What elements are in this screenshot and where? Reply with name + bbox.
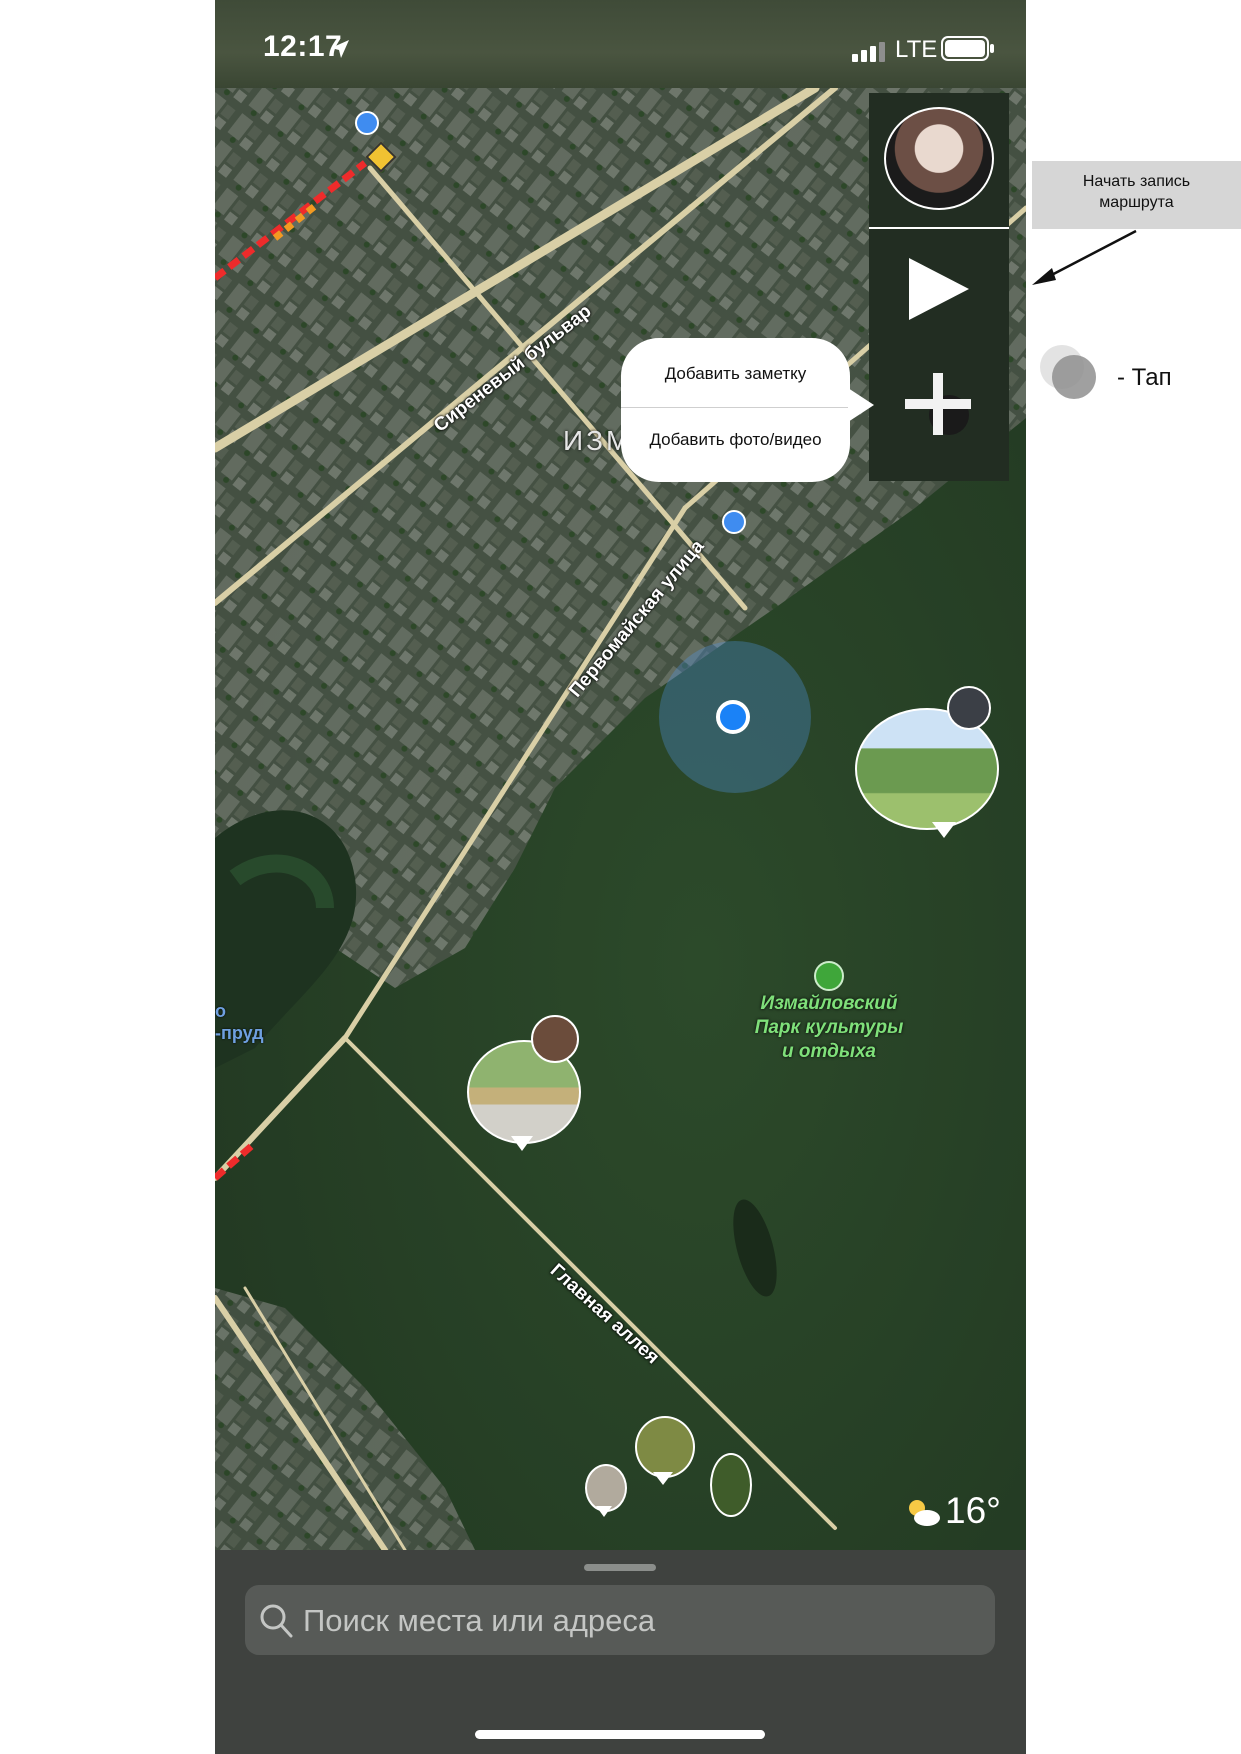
- photo-pin-tail: [596, 1506, 612, 1517]
- bottom-sheet: Поиск места или адреса: [215, 1550, 1026, 1754]
- menu-divider: [621, 407, 850, 408]
- route-note: Начать запись маршрута: [1032, 161, 1241, 229]
- pond-label: -пруд: [215, 1023, 264, 1043]
- park-label-line: и отдыха: [782, 1041, 876, 1062]
- sheet-grabber[interactable]: [584, 1564, 656, 1571]
- park-icon[interactable]: [814, 961, 844, 991]
- panel-divider: [869, 227, 1009, 229]
- route-note-line: Начать запись: [1082, 173, 1191, 190]
- profile-avatar-button[interactable]: [884, 107, 994, 210]
- temperature: 16°: [945, 1490, 1001, 1531]
- avatar[interactable]: [947, 686, 991, 730]
- route-note-text: Начать запись маршрута: [1032, 171, 1241, 213]
- weather-widget[interactable]: 16°: [905, 1488, 1017, 1538]
- user-location-dot[interactable]: [716, 700, 750, 734]
- location-arrow-icon: [331, 40, 349, 58]
- battery-icon: [941, 36, 994, 61]
- search-icon: [260, 1604, 293, 1638]
- add-menu-popup: Добавить заметку Добавить фото/видео: [621, 338, 850, 482]
- photo-pin-tail: [511, 1136, 533, 1151]
- search-input[interactable]: Поиск места или адреса: [245, 1585, 995, 1655]
- transit-icon[interactable]: [355, 111, 379, 135]
- pond-label-prefix: о: [215, 1001, 226, 1021]
- popup-tail: [848, 388, 874, 422]
- partly-cloudy-icon: [909, 1500, 940, 1526]
- photo-pin-tail: [653, 1472, 673, 1485]
- search-placeholder: Поиск места или адреса: [303, 1603, 656, 1638]
- menu-item-add-photo-video[interactable]: Добавить фото/видео: [621, 430, 850, 450]
- photo-pin[interactable]: [635, 1416, 695, 1478]
- photo-pin[interactable]: [710, 1453, 752, 1517]
- park-label-line: Парк культуры: [754, 1017, 904, 1038]
- tap-icon: [1040, 345, 1096, 399]
- play-icon[interactable]: [907, 256, 971, 322]
- avatar[interactable]: [531, 1015, 579, 1063]
- tap-legend: - Тап: [1117, 364, 1172, 391]
- transit-icon[interactable]: [722, 510, 746, 534]
- map-control-panel: [869, 93, 1009, 481]
- plus-icon[interactable]: [903, 371, 973, 439]
- park-label-line: Измайловский: [760, 993, 898, 1014]
- photo-pin-tail: [932, 822, 956, 838]
- park-label[interactable]: Измайловский Парк культуры и отдыха: [739, 992, 919, 1064]
- photo-pin[interactable]: [585, 1464, 627, 1512]
- status-bar: 12:17 LTE: [215, 0, 1026, 88]
- arrow-icon: [1032, 229, 1137, 285]
- signal-icon: [852, 42, 885, 62]
- network-type: LTE: [895, 36, 938, 63]
- route-note-line: маршрута: [1099, 194, 1174, 211]
- phone-screen: 12:17 LTE Сиреневый бульвар Первомайская…: [215, 0, 1026, 1754]
- menu-item-add-note[interactable]: Добавить заметку: [621, 364, 850, 384]
- home-indicator: [475, 1730, 765, 1739]
